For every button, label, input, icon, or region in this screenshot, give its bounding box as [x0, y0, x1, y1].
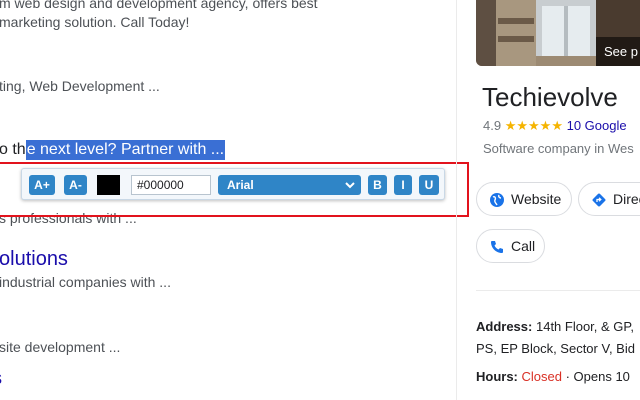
- result-title-link[interactable]: olutions: [0, 247, 68, 271]
- call-label: Call: [511, 238, 536, 254]
- increase-font-button[interactable]: A+: [29, 175, 55, 195]
- selected-text-line[interactable]: o the next level? Partner with ...: [0, 140, 226, 160]
- result-title-link[interactable]: s: [0, 366, 2, 390]
- underline-button[interactable]: U: [419, 175, 439, 195]
- result-snippet: m web design and development agency, off…: [0, 0, 318, 11]
- business-title: Techievolve: [482, 82, 618, 112]
- globe-icon: [490, 193, 504, 207]
- see-photos-label[interactable]: See p: [604, 44, 638, 59]
- font-family-select[interactable]: Arial: [218, 175, 361, 195]
- directions-label: Direc: [613, 191, 640, 207]
- rating-row: 4.9 ★★★★★ 10 Google: [483, 118, 627, 134]
- color-hex-input[interactable]: #000000: [131, 175, 211, 195]
- result-snippet: marketing solution. Call Today!: [0, 14, 190, 30]
- business-category: Software company in Wes: [483, 141, 634, 156]
- font-family-value: Arial: [227, 178, 254, 192]
- hours-row[interactable]: Hours: Closed · Opens 10: [476, 369, 630, 384]
- text-format-toolbar: A+ A- #000000 Arial B I U: [21, 168, 445, 200]
- screen: m web design and development agency, off…: [0, 0, 640, 400]
- call-button[interactable]: Call: [476, 229, 545, 263]
- hours-status: Closed: [521, 369, 562, 384]
- address-row: Address: 14th Floor, & GP,: [476, 319, 634, 334]
- directions-button[interactable]: Direc: [578, 182, 640, 216]
- column-divider: [456, 0, 457, 400]
- hours-opening: · Opens 10: [561, 369, 630, 384]
- reviews-link[interactable]: 10 Google: [567, 118, 627, 133]
- website-button[interactable]: Website: [476, 182, 572, 216]
- bold-button[interactable]: B: [368, 175, 387, 195]
- result-snippet: industrial companies with ...: [0, 274, 171, 290]
- color-swatch[interactable]: [97, 175, 120, 195]
- hours-label: Hours:: [476, 369, 518, 384]
- panel-divider: [476, 290, 640, 291]
- phone-icon: [491, 241, 503, 253]
- address-label: Address:: [476, 319, 533, 334]
- star-rating-icon: ★★★★★: [504, 118, 563, 133]
- address-value-line1[interactable]: 14th Floor, & GP,: [536, 319, 634, 334]
- directions-icon: [592, 193, 606, 207]
- decrease-font-button[interactable]: A-: [64, 175, 87, 195]
- text-selection[interactable]: e next level? Partner with ...: [25, 140, 226, 160]
- address-value-line2[interactable]: PS, EP Block, Sector V, Bid: [476, 341, 635, 356]
- chevron-down-icon: [345, 182, 355, 189]
- website-label: Website: [511, 191, 562, 207]
- italic-button[interactable]: I: [394, 175, 412, 195]
- text-before-selection: o th: [0, 141, 26, 158]
- result-snippet: ting, Web Development ...: [0, 78, 160, 94]
- business-photo[interactable]: See p: [476, 0, 640, 66]
- result-snippet: site development ...: [0, 339, 121, 355]
- rating-value: 4.9: [483, 118, 502, 133]
